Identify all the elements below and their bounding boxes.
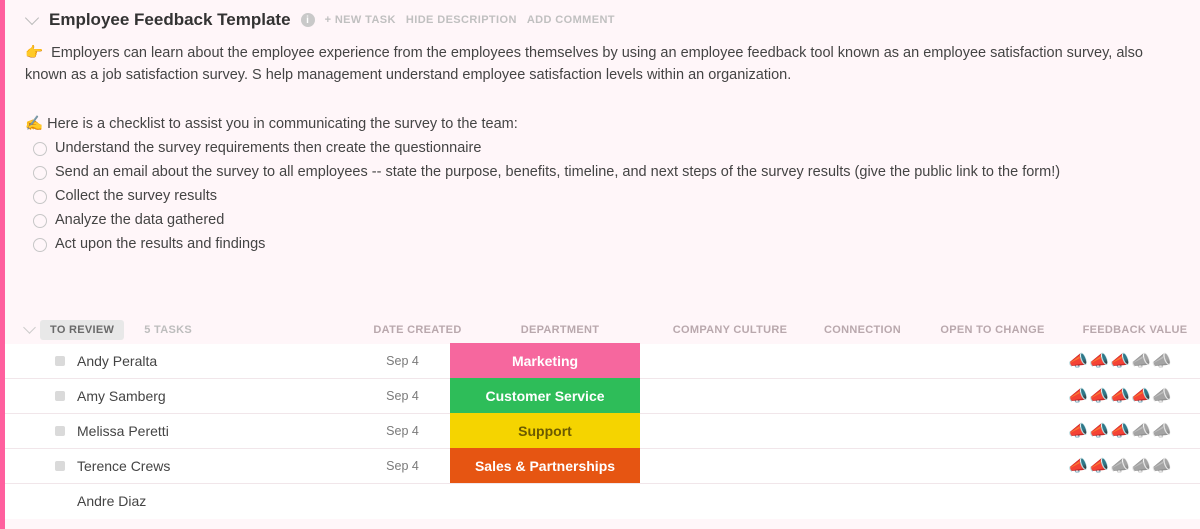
- task-name: Amy Samberg: [77, 388, 166, 404]
- checklist-item-label: Collect the survey results: [55, 188, 217, 204]
- task-name: Terence Crews: [77, 458, 170, 474]
- checklist-item: Collect the survey results: [33, 188, 1182, 204]
- col-header-feedback-value[interactable]: FEEDBACK VALUE: [1065, 324, 1200, 336]
- megaphone-icon: 📣: [1131, 351, 1151, 371]
- megaphone-icon: 📣: [1068, 386, 1088, 406]
- megaphone-icon: 📣: [1110, 456, 1130, 476]
- megaphone-icon: 📣: [1068, 351, 1088, 371]
- megaphone-icon: 📣: [1152, 456, 1172, 476]
- cell-date: Sep 4: [355, 424, 450, 438]
- megaphone-icon: 📣: [1068, 456, 1088, 476]
- checkbox[interactable]: [33, 142, 47, 156]
- megaphone-icon: 📣: [1089, 386, 1109, 406]
- megaphone-icon: 📣: [1110, 386, 1130, 406]
- content-panel: Employee Feedback Template i + NEW TASK …: [5, 0, 1200, 529]
- checkbox[interactable]: [33, 190, 47, 204]
- hide-description-button[interactable]: HIDE DESCRIPTION: [406, 14, 517, 26]
- dept-pill[interactable]: Customer Service: [450, 378, 640, 413]
- checklist: Understand the survey requirements then …: [25, 140, 1182, 252]
- cell-feedback-value[interactable]: 📣 📣 📣 📣 📣: [1050, 386, 1190, 406]
- checklist-item-label: Send an email about the survey to all em…: [55, 164, 1060, 180]
- status-square-icon: [55, 426, 65, 436]
- description: 👉 Employers can learn about the employee…: [25, 42, 1182, 87]
- checklist-item: Send an email about the survey to all em…: [33, 164, 1182, 180]
- megaphone-icon: 📣: [1131, 386, 1151, 406]
- description-text: Employers can learn about the employee e…: [25, 45, 1143, 83]
- new-task-button[interactable]: + NEW TASK: [325, 14, 396, 26]
- checklist-item: Act upon the results and findings: [33, 236, 1182, 252]
- task-name: Melissa Peretti: [77, 423, 169, 439]
- checklist-intro-text: Here is a checklist to assist you in com…: [47, 116, 518, 132]
- cell-date: Sep 4: [355, 459, 450, 473]
- table-row[interactable]: Terence Crews Sep 4 Sales & Partnerships…: [5, 449, 1200, 484]
- table-row[interactable]: Amy Samberg Sep 4 Customer Service 📣 📣 📣…: [5, 379, 1200, 414]
- add-comment-button[interactable]: ADD COMMENT: [527, 14, 615, 26]
- checklist-item-label: Act upon the results and findings: [55, 236, 265, 252]
- megaphone-icon: 📣: [1110, 351, 1130, 371]
- cell-date: Sep 4: [355, 354, 450, 368]
- megaphone-icon: 📣: [1152, 421, 1172, 441]
- page-title: Employee Feedback Template: [49, 10, 291, 30]
- table-header-row: TO REVIEW 5 TASKS DATE CREATED DEPARTMEN…: [5, 316, 1200, 344]
- dept-pill[interactable]: Marketing: [450, 343, 640, 378]
- title-row: Employee Feedback Template i + NEW TASK …: [25, 10, 1182, 30]
- writing-hand-icon: ✍️: [25, 116, 43, 132]
- megaphone-icon: 📣: [1089, 456, 1109, 476]
- checklist-item-label: Understand the survey requirements then …: [55, 140, 481, 156]
- status-square-icon: [55, 461, 65, 471]
- col-header-open[interactable]: OPEN TO CHANGE: [920, 324, 1065, 336]
- pointing-hand-icon: 👉: [25, 45, 43, 61]
- collapse-toggle[interactable]: [25, 13, 39, 27]
- group-header: TO REVIEW 5 TASKS: [40, 320, 370, 340]
- info-icon[interactable]: i: [301, 13, 315, 27]
- table-row[interactable]: Melissa Peretti Sep 4 Support 📣 📣 📣 📣 📣: [5, 414, 1200, 449]
- task-table: TO REVIEW 5 TASKS DATE CREATED DEPARTMEN…: [5, 316, 1200, 519]
- cell-feedback-value[interactable]: 📣 📣 📣 📣 📣: [1050, 456, 1190, 476]
- megaphone-icon: 📣: [1152, 351, 1172, 371]
- cell-feedback-value[interactable]: 📣 📣 📣 📣 📣: [1050, 421, 1190, 441]
- chevron-down-icon: [23, 322, 36, 335]
- task-name: Andre Diaz: [77, 493, 146, 509]
- checkbox[interactable]: [33, 166, 47, 180]
- dept-pill[interactable]: Support: [450, 413, 640, 448]
- megaphone-icon: 📣: [1131, 421, 1151, 441]
- group-collapse-toggle[interactable]: [25, 323, 34, 337]
- megaphone-icon: 📣: [1131, 456, 1151, 476]
- checklist-intro: ✍️ Here is a checklist to assist you in …: [25, 115, 1182, 132]
- table-row[interactable]: Andre Diaz: [5, 484, 1200, 519]
- header: Employee Feedback Template i + NEW TASK …: [5, 0, 1200, 264]
- status-square-icon: [55, 356, 65, 366]
- dept-pill[interactable]: Sales & Partnerships: [450, 448, 640, 483]
- table-row[interactable]: Andy Peralta Sep 4 Marketing 📣 📣 📣 📣 📣: [5, 344, 1200, 379]
- task-name: Andy Peralta: [77, 353, 157, 369]
- table-body: Andy Peralta Sep 4 Marketing 📣 📣 📣 📣 📣: [5, 344, 1200, 519]
- checklist-item: Understand the survey requirements then …: [33, 140, 1182, 156]
- checklist-item: Analyze the data gathered: [33, 212, 1182, 228]
- col-header-culture[interactable]: COMPANY CULTURE: [655, 324, 805, 336]
- megaphone-icon: 📣: [1068, 421, 1088, 441]
- status-square-icon: [55, 391, 65, 401]
- cell-date: Sep 4: [355, 389, 450, 403]
- chevron-down-icon: [25, 11, 39, 25]
- checklist-item-label: Analyze the data gathered: [55, 212, 224, 228]
- cell-feedback-value[interactable]: 📣 📣 📣 📣 📣: [1050, 351, 1190, 371]
- col-header-department[interactable]: DEPARTMENT: [465, 324, 655, 336]
- checkbox[interactable]: [33, 238, 47, 252]
- megaphone-icon: 📣: [1089, 351, 1109, 371]
- col-header-connection[interactable]: CONNECTION: [805, 324, 920, 336]
- tasks-count: 5 TASKS: [144, 324, 192, 336]
- megaphone-icon: 📣: [1152, 386, 1172, 406]
- col-header-date[interactable]: DATE CREATED: [370, 324, 465, 336]
- megaphone-icon: 📣: [1110, 421, 1130, 441]
- checkbox[interactable]: [33, 214, 47, 228]
- megaphone-icon: 📣: [1089, 421, 1109, 441]
- status-chip[interactable]: TO REVIEW: [40, 320, 124, 340]
